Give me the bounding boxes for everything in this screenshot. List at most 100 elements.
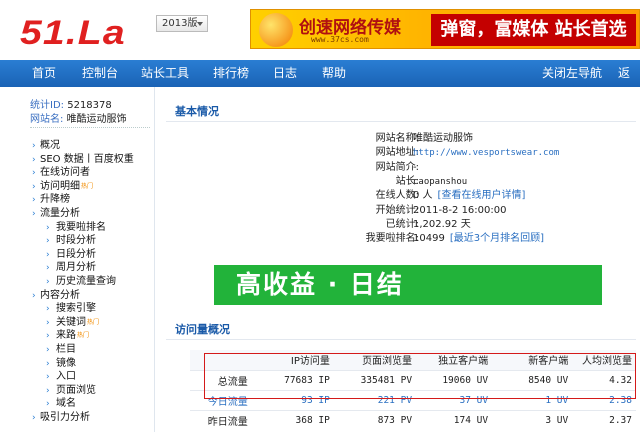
- sidebar-item[interactable]: › 搜索引擎: [46, 302, 96, 315]
- sidebar-item-label: 升降榜: [40, 194, 70, 206]
- table-cell: 2.37: [572, 409, 636, 430]
- nav-home[interactable]: 首页: [32, 60, 56, 87]
- table-cell: 174 UV: [416, 409, 493, 430]
- chevron-right-icon: ›: [32, 413, 36, 423]
- version-label: 2013版: [162, 18, 198, 29]
- column-header: 新客户端: [492, 350, 573, 370]
- nav-ranking[interactable]: 排行榜: [213, 60, 249, 87]
- chevron-right-icon: ›: [32, 209, 36, 219]
- sidebar-item[interactable]: › 入口: [46, 370, 76, 383]
- nav-back[interactable]: 返回: [618, 60, 640, 107]
- sidebar-item[interactable]: › 日段分析: [46, 248, 96, 261]
- hot-badge: 热门: [81, 182, 94, 190]
- main-content: 基本情况 网站名称: 唯酷运动服饰 网站地址: http://www.vesports…: [156, 87, 640, 432]
- banner-text-3: 弹窗，富媒体 站长首选: [431, 14, 636, 46]
- chevron-right-icon: ›: [46, 399, 50, 410]
- info-link[interactable]: [查看在线用户详情]: [438, 190, 526, 201]
- nav-close-left[interactable]: 关闭左导航: [542, 60, 602, 87]
- info-value: -: [413, 161, 417, 173]
- info-value[interactable]: http://www.vesportswear.com: [413, 148, 559, 158]
- ad-banner-green[interactable]: 高收益 · 日结: [214, 265, 602, 305]
- info-key: 我要啦排名:: [365, 233, 419, 245]
- sidebar-item[interactable]: › 来路热门: [46, 329, 89, 342]
- info-row: 我要啦排名: 10499 [最近3个月排名回顾]: [176, 232, 616, 245]
- table-header-row: IP访问量 页面浏览量 独立客户端 新客户端 人均浏览量: [190, 350, 636, 370]
- sidebar-item[interactable]: › 镜像: [46, 357, 76, 370]
- chevron-right-icon: ›: [32, 168, 36, 179]
- sidebar-item-label: 概况: [40, 140, 60, 151]
- nav-help[interactable]: 帮助: [322, 60, 346, 87]
- sidebar-item[interactable]: › SEO 数据丨百度权重: [32, 153, 134, 166]
- chevron-right-icon: ›: [32, 154, 36, 165]
- banner-text-2: www.37cs.com: [311, 35, 369, 44]
- top-nav: 首页 控制台 站长工具 排行榜 日志 帮助 关闭左导航 返回: [0, 60, 640, 107]
- nav-log[interactable]: 日志: [273, 60, 297, 87]
- sidebar-item-label: 入口: [56, 371, 76, 383]
- info-value: 10499: [413, 233, 445, 245]
- site-name-value: 唯酷运动服饰: [66, 114, 127, 125]
- table-cell: 368 IP: [255, 409, 334, 430]
- chevron-right-icon: ›: [46, 263, 50, 274]
- header: 51.La 2013版 创速网络传媒 www.37cs.com 弹窗，富媒体 站…: [0, 0, 640, 60]
- site-name-row: 网站名: 唯酷运动服饰: [30, 110, 127, 125]
- info-value-wrap: 1,202.92 天: [413, 218, 471, 231]
- info-value-wrap: -: [413, 161, 417, 174]
- chevron-right-icon: ›: [46, 277, 50, 287]
- info-value-wrap: http://www.vesportswear.com: [413, 146, 559, 160]
- table-cell: 4.32: [572, 369, 636, 390]
- info-row: 网站地址: http://www.vesportswear.com: [176, 146, 616, 159]
- ball-icon: [259, 13, 293, 47]
- info-value: 2011-8-2 16:00:00: [413, 204, 507, 216]
- sidebar-item-label: 内容分析: [40, 289, 80, 301]
- row-label: 今日流量: [190, 389, 256, 410]
- nav-tools[interactable]: 站长工具: [141, 60, 189, 87]
- site-logo[interactable]: 51.La: [20, 14, 126, 53]
- info-row: 在线人数: 0 人 [查看在线用户详情]: [176, 189, 616, 202]
- info-row: 站长: caopanshou: [176, 175, 616, 188]
- sidebar-item-label: 搜索引擎: [56, 303, 96, 315]
- info-value: 唯酷运动服饰: [413, 133, 473, 144]
- sidebar-item[interactable]: › 域名: [46, 397, 76, 410]
- table-cell: 1 UV: [492, 389, 573, 410]
- nav-console[interactable]: 控制台: [82, 60, 118, 87]
- sidebar-item[interactable]: › 历史流量查询: [46, 275, 116, 288]
- row-label: 昨日流量: [190, 409, 256, 430]
- chevron-right-icon: ›: [46, 372, 50, 383]
- chevron-right-icon: ›: [46, 358, 50, 369]
- sidebar-item[interactable]: › 时段分析: [46, 234, 96, 247]
- sidebar-item[interactable]: › 栏目: [46, 343, 76, 356]
- version-select[interactable]: 2013版: [156, 15, 208, 32]
- sidebar-item[interactable]: › 在线访问者: [32, 166, 90, 179]
- hot-badge: 热门: [77, 332, 90, 340]
- ad-banner-top[interactable]: 创速网络传媒 www.37cs.com 弹窗，富媒体 站长首选: [250, 9, 640, 49]
- chevron-right-icon: ›: [32, 141, 36, 151]
- sidebar-item[interactable]: › 关键词热门: [46, 316, 99, 329]
- sidebar-item[interactable]: › 周月分析: [46, 261, 96, 274]
- column-header: 页面浏览量: [333, 350, 417, 370]
- stat-id-row: 统计ID: 5218378: [30, 96, 112, 111]
- chevron-right-icon: ›: [46, 304, 50, 315]
- info-value: 0 人: [413, 190, 433, 202]
- sidebar-item[interactable]: › 吸引力分析: [32, 411, 90, 424]
- sidebar-item[interactable]: › 概况: [32, 139, 60, 152]
- sidebar-item-label: 访问明细: [40, 180, 80, 192]
- sidebar-item[interactable]: › 内容分析: [32, 289, 80, 302]
- info-value-wrap: 2011-8-2 16:00:00: [413, 204, 506, 217]
- info-value: 1,202.92 天: [413, 218, 471, 230]
- sidebar-item[interactable]: › 升降榜: [32, 193, 70, 206]
- info-value-wrap: 唯酷运动服饰: [413, 132, 473, 145]
- sidebar-item[interactable]: › 流量分析: [32, 207, 80, 220]
- chevron-right-icon: ›: [32, 181, 36, 192]
- basic-info-title: 基本情况: [175, 105, 219, 118]
- table-cell: 221 PV: [333, 389, 417, 410]
- sidebar-item[interactable]: › 我要啦排名: [46, 221, 106, 234]
- sidebar-item-label: 流量分析: [40, 208, 80, 219]
- divider: [166, 121, 636, 122]
- info-link[interactable]: [最近3个月排名回顾]: [450, 233, 544, 244]
- info-value: caopanshou: [413, 176, 468, 187]
- sidebar-item[interactable]: › 页面浏览: [46, 384, 96, 397]
- divider: [30, 127, 150, 128]
- chevron-right-icon: ›: [46, 385, 50, 396]
- sidebar: 统计ID: 5218378 网站名: 唯酷运动服饰 › 概况 › SEO 数据丨百度权…: [0, 87, 155, 432]
- sidebar-item[interactable]: › 访问明细热门: [32, 180, 93, 193]
